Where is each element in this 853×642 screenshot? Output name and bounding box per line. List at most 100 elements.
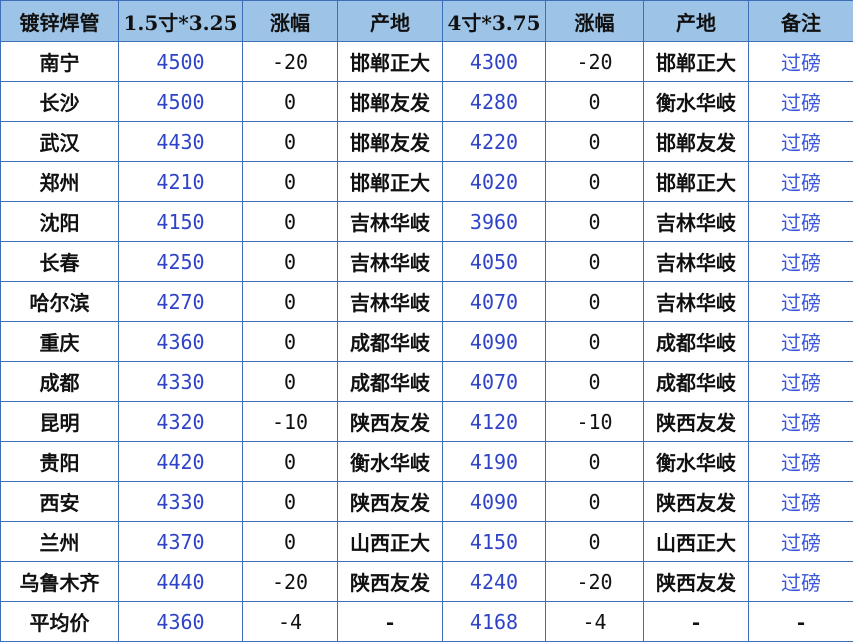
origin-cell: 邯郸友发 bbox=[338, 82, 443, 122]
origin-cell: 邯郸正大 bbox=[644, 42, 749, 82]
origin-cell: 山西正大 bbox=[644, 522, 749, 562]
change-cell: 0 bbox=[243, 522, 338, 562]
origin-cell: 邯郸正大 bbox=[644, 162, 749, 202]
remark-cell[interactable]: 过磅 bbox=[749, 562, 853, 602]
city-cell: 郑州 bbox=[1, 162, 119, 202]
change-cell: -10 bbox=[243, 402, 338, 442]
change-cell: 0 bbox=[243, 242, 338, 282]
origin-cell: 吉林华岐 bbox=[644, 282, 749, 322]
change-cell: 0 bbox=[546, 242, 644, 282]
price-cell: 4150 bbox=[443, 522, 546, 562]
price-cell: 4430 bbox=[119, 122, 243, 162]
origin-cell: 陕西友发 bbox=[644, 402, 749, 442]
price-cell: 4300 bbox=[443, 42, 546, 82]
city-cell: 成都 bbox=[1, 362, 119, 402]
price-cell: 4050 bbox=[443, 242, 546, 282]
origin-cell: 衡水华岐 bbox=[338, 442, 443, 482]
price-cell: 4240 bbox=[443, 562, 546, 602]
price-cell: 4360 bbox=[119, 602, 243, 642]
city-cell: 武汉 bbox=[1, 122, 119, 162]
remark-cell[interactable]: 过磅 bbox=[749, 242, 853, 282]
city-cell: 西安 bbox=[1, 482, 119, 522]
change-cell: 0 bbox=[546, 82, 644, 122]
price-cell: 4330 bbox=[119, 482, 243, 522]
origin-cell: 成都华岐 bbox=[338, 362, 443, 402]
table-row: 武汉44300邯郸友发42200邯郸友发过磅 bbox=[1, 122, 853, 162]
origin-cell: 成都华岐 bbox=[338, 322, 443, 362]
remark-cell[interactable]: 过磅 bbox=[749, 202, 853, 242]
header-change-4: 涨幅 bbox=[546, 1, 644, 42]
origin-cell: 吉林华岐 bbox=[644, 202, 749, 242]
table-row: 平均价4360-4-4168-4-- bbox=[1, 602, 853, 642]
remark-cell[interactable]: 过磅 bbox=[749, 282, 853, 322]
origin-cell: 吉林华岐 bbox=[644, 242, 749, 282]
price-cell: 4120 bbox=[443, 402, 546, 442]
table-row: 贵阳44200衡水华岐41900衡水华岐过磅 bbox=[1, 442, 853, 482]
remark-cell[interactable]: 过磅 bbox=[749, 442, 853, 482]
origin-cell: 邯郸友发 bbox=[338, 122, 443, 162]
header-origin-1-5: 产地 bbox=[338, 1, 443, 42]
remark-cell[interactable]: 过磅 bbox=[749, 362, 853, 402]
change-cell: 0 bbox=[546, 202, 644, 242]
remark-cell[interactable]: 过磅 bbox=[749, 322, 853, 362]
city-cell: 平均价 bbox=[1, 602, 119, 642]
price-cell: 4440 bbox=[119, 562, 243, 602]
price-cell: 4500 bbox=[119, 82, 243, 122]
table-row: 南宁4500-20邯郸正大4300-20邯郸正大过磅 bbox=[1, 42, 853, 82]
city-cell: 长沙 bbox=[1, 82, 119, 122]
city-cell: 哈尔滨 bbox=[1, 282, 119, 322]
price-cell: 4320 bbox=[119, 402, 243, 442]
remark-cell[interactable]: 过磅 bbox=[749, 482, 853, 522]
remark-cell[interactable]: 过磅 bbox=[749, 162, 853, 202]
table-row: 哈尔滨42700吉林华岐40700吉林华岐过磅 bbox=[1, 282, 853, 322]
header-city: 镀锌焊管 bbox=[1, 1, 119, 42]
origin-cell: 邯郸友发 bbox=[644, 122, 749, 162]
table-row: 郑州42100邯郸正大40200邯郸正大过磅 bbox=[1, 162, 853, 202]
change-cell: 0 bbox=[546, 322, 644, 362]
price-cell: 4250 bbox=[119, 242, 243, 282]
city-cell: 长春 bbox=[1, 242, 119, 282]
header-row: 镀锌焊管1.5寸*3.25涨幅产地4寸*3.75涨幅产地备注 bbox=[1, 1, 853, 42]
origin-cell: 陕西友发 bbox=[338, 402, 443, 442]
city-cell: 兰州 bbox=[1, 522, 119, 562]
city-cell: 乌鲁木齐 bbox=[1, 562, 119, 602]
origin-cell: 邯郸正大 bbox=[338, 162, 443, 202]
table-row: 重庆43600成都华岐40900成都华岐过磅 bbox=[1, 322, 853, 362]
price-cell: 4500 bbox=[119, 42, 243, 82]
price-cell: 3960 bbox=[443, 202, 546, 242]
origin-cell: 陕西友发 bbox=[338, 482, 443, 522]
city-cell: 沈阳 bbox=[1, 202, 119, 242]
change-cell: 0 bbox=[243, 162, 338, 202]
origin-cell: 衡水华岐 bbox=[644, 82, 749, 122]
origin-cell: 邯郸正大 bbox=[338, 42, 443, 82]
table-row: 兰州43700山西正大41500山西正大过磅 bbox=[1, 522, 853, 562]
change-cell: 0 bbox=[243, 122, 338, 162]
price-cell: 4270 bbox=[119, 282, 243, 322]
remark-cell[interactable]: 过磅 bbox=[749, 402, 853, 442]
change-cell: 0 bbox=[243, 362, 338, 402]
city-cell: 贵阳 bbox=[1, 442, 119, 482]
origin-cell: - bbox=[338, 602, 443, 642]
change-cell: 0 bbox=[546, 482, 644, 522]
change-cell: 0 bbox=[546, 282, 644, 322]
header-price-1-5: 1.5寸*3.25 bbox=[119, 1, 243, 42]
change-cell: -20 bbox=[546, 42, 644, 82]
price-cell: 4280 bbox=[443, 82, 546, 122]
origin-cell: 吉林华岐 bbox=[338, 242, 443, 282]
change-cell: 0 bbox=[546, 522, 644, 562]
remark-cell[interactable]: 过磅 bbox=[749, 82, 853, 122]
price-cell: 4330 bbox=[119, 362, 243, 402]
remark-cell[interactable]: 过磅 bbox=[749, 42, 853, 82]
header-origin-4: 产地 bbox=[644, 1, 749, 42]
remark-cell[interactable]: 过磅 bbox=[749, 122, 853, 162]
change-cell: 0 bbox=[243, 482, 338, 522]
price-cell: 4090 bbox=[443, 482, 546, 522]
table-row: 长春42500吉林华岐40500吉林华岐过磅 bbox=[1, 242, 853, 282]
remark-cell[interactable]: 过磅 bbox=[749, 522, 853, 562]
change-cell: 0 bbox=[546, 362, 644, 402]
origin-cell: 陕西友发 bbox=[338, 562, 443, 602]
change-cell: 0 bbox=[243, 202, 338, 242]
price-cell: 4210 bbox=[119, 162, 243, 202]
price-cell: 4420 bbox=[119, 442, 243, 482]
price-cell: 4070 bbox=[443, 362, 546, 402]
